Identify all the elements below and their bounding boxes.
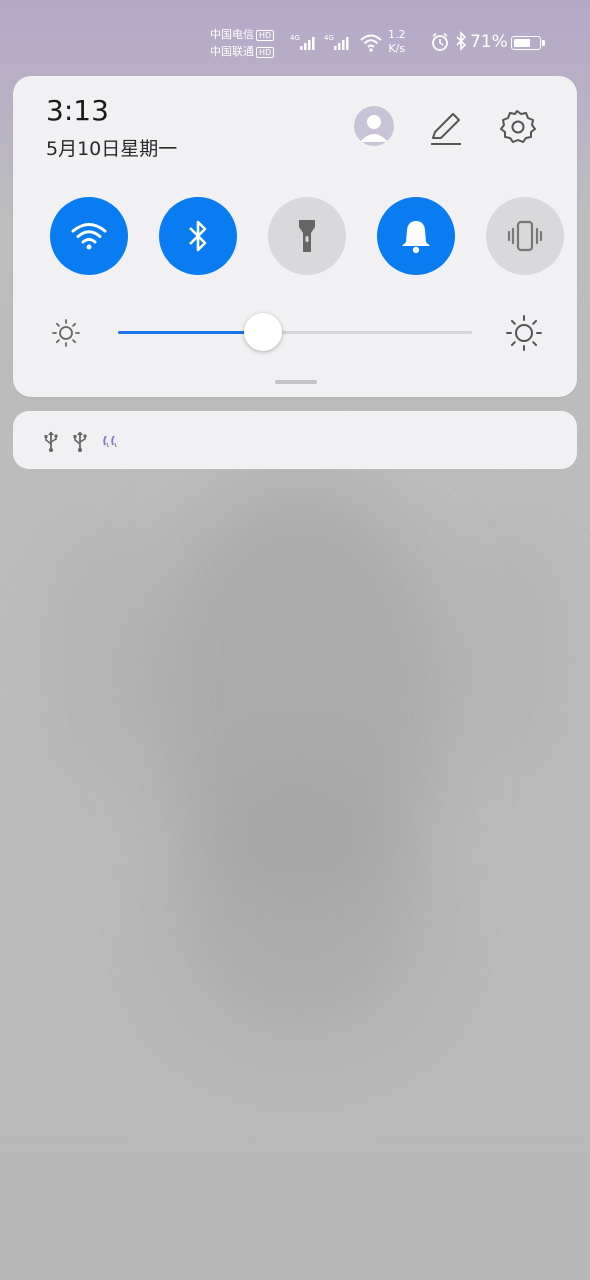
clock-date: 5月10日星期一 bbox=[46, 138, 178, 160]
wifi-icon bbox=[71, 223, 107, 250]
notification-card[interactable] bbox=[13, 411, 577, 469]
bluetooth-icon bbox=[189, 220, 207, 252]
signal-1-icon: 4G bbox=[290, 34, 315, 50]
panel-drag-handle[interactable] bbox=[275, 380, 317, 384]
wifi-status-icon bbox=[360, 34, 382, 52]
flashlight-toggle[interactable] bbox=[268, 197, 346, 275]
carrier-1-name: 中国电信 bbox=[210, 28, 254, 41]
clock-time: 3:13 bbox=[46, 94, 109, 127]
battery-percent: 71% bbox=[470, 32, 508, 52]
edit-button[interactable] bbox=[427, 110, 463, 146]
user-avatar-button[interactable] bbox=[354, 106, 394, 146]
speed-unit: K/s bbox=[388, 42, 406, 55]
carrier-info: 中国电信 HD 中国联通 HD bbox=[210, 26, 275, 60]
brightness-fill bbox=[118, 331, 263, 334]
brightness-thumb[interactable] bbox=[244, 313, 282, 351]
brightness-high-icon bbox=[506, 315, 542, 351]
bell-icon bbox=[402, 221, 430, 254]
status-bar: 中国电信 HD 中国联通 HD 4G 4G 1.2 K/s 71% bbox=[0, 0, 590, 76]
brightness-slider[interactable] bbox=[118, 313, 472, 351]
brightness-low-icon bbox=[52, 319, 80, 347]
bluetooth-status-icon bbox=[456, 31, 467, 51]
flashlight-icon bbox=[299, 220, 315, 252]
network-speed: 1.2 K/s bbox=[388, 28, 406, 56]
bluetooth-toggle[interactable] bbox=[159, 197, 237, 275]
alarm-icon bbox=[432, 32, 448, 51]
user-icon bbox=[360, 115, 388, 142]
hd-badge-1: HD bbox=[256, 29, 275, 41]
settings-button[interactable] bbox=[498, 108, 536, 146]
wifi-toggle[interactable] bbox=[50, 197, 128, 275]
sound-toggle[interactable] bbox=[377, 197, 455, 275]
vibrate-toggle[interactable] bbox=[486, 197, 564, 275]
quick-settings-panel: 3:13 5月10日星期一 bbox=[13, 76, 577, 397]
hearing-aid-icon bbox=[103, 435, 117, 448]
hd-badge-2: HD bbox=[256, 46, 275, 58]
usb-icon bbox=[44, 431, 58, 452]
vibrate-icon bbox=[507, 220, 543, 252]
battery-icon bbox=[511, 36, 545, 50]
net-type-1: 4G bbox=[290, 34, 300, 42]
speed-value: 1.2 bbox=[388, 28, 406, 41]
net-type-2: 4G bbox=[324, 34, 334, 42]
signal-2-icon: 4G bbox=[324, 34, 349, 50]
carrier-2-name: 中国联通 bbox=[210, 45, 254, 58]
usb-icon bbox=[73, 431, 87, 452]
